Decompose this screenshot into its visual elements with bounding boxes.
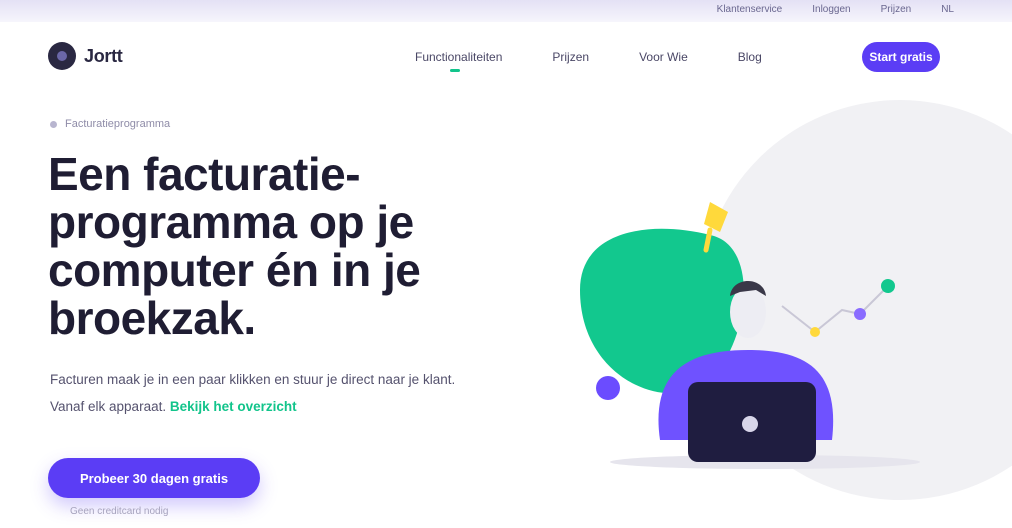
hero-subtext: Facturen maak je in een paar klikken en … [50, 366, 490, 420]
hero-illustration [580, 100, 1012, 500]
hero-trial-button[interactable]: Probeer 30 dagen gratis [48, 458, 260, 498]
hero-subtext-link[interactable]: Bekijk het overzicht [170, 399, 297, 414]
language-switch[interactable]: NL [941, 4, 954, 15]
purple-dot-shape [596, 376, 620, 400]
nav-signup-button[interactable]: Start gratis [862, 42, 940, 72]
trend-dot-purple [854, 308, 866, 320]
nav-item-pricing[interactable]: Prijzen [552, 50, 589, 64]
eyebrow-label: Facturatieprogramma [65, 118, 171, 130]
nav-item-features[interactable]: Functionaliteiten [415, 50, 502, 72]
hero-headline: Een facturatie-programma op je computer … [48, 148, 421, 344]
brand-name: Jortt [84, 45, 123, 66]
main-nav: Jortt Functionaliteiten Prijzen Voor Wie… [0, 30, 1012, 86]
top-bar: Klantenservice Inloggen Prijzen NL [0, 0, 1012, 22]
nav-item-blog[interactable]: Blog [738, 50, 762, 64]
brand-logo[interactable]: Jortt [48, 42, 123, 70]
nav-menu: Functionaliteiten Prijzen Voor Wie Blog [415, 50, 762, 72]
trend-dot-green [881, 279, 895, 293]
top-links: Klantenservice Inloggen Prijzen NL [717, 4, 954, 15]
trend-dot-yellow [810, 327, 820, 337]
nav-item-audience[interactable]: Voor Wie [639, 50, 688, 64]
laptop-logo-icon [742, 416, 758, 432]
top-link-pricing[interactable]: Prijzen [881, 4, 912, 15]
eyebrow: Facturatieprogramma [50, 118, 170, 130]
eyebrow-dot-icon [50, 120, 57, 128]
logo-icon [48, 42, 76, 70]
top-link-support[interactable]: Klantenservice [717, 4, 783, 15]
cta-note: Geen creditcard nodig [70, 506, 169, 517]
top-link-login[interactable]: Inloggen [812, 4, 850, 15]
